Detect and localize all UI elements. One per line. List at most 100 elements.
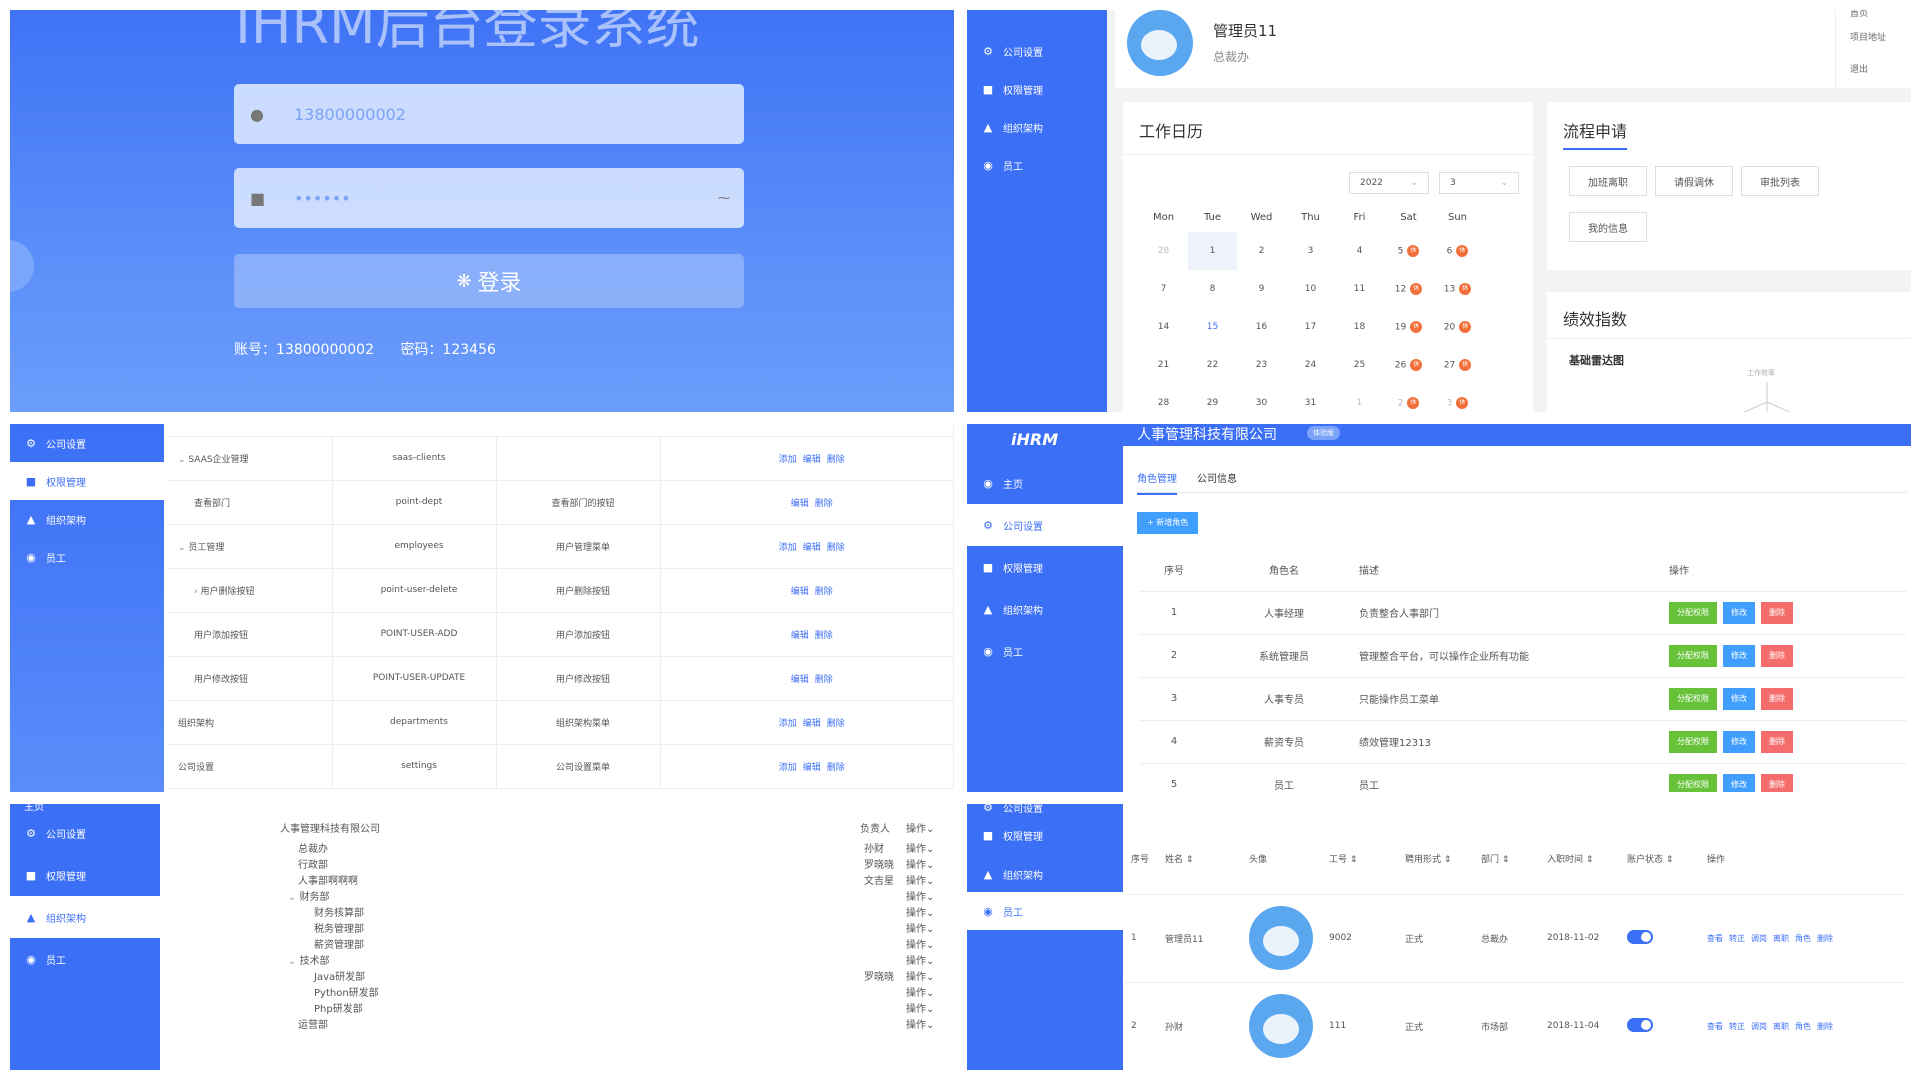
op-link[interactable]: 调岗: [1751, 1022, 1767, 1031]
calendar-day[interactable]: 1: [1188, 232, 1237, 270]
op-link[interactable]: 编辑: [803, 719, 821, 729]
column-header[interactable]: 操作: [1701, 824, 1905, 895]
column-header[interactable]: 部门 ⇕: [1475, 824, 1541, 895]
root-op[interactable]: 操作⌄: [906, 820, 934, 835]
org-node[interactable]: ⌄ 技术部: [288, 952, 330, 967]
calendar-day[interactable]: 28: [1139, 384, 1188, 412]
calendar-day[interactable]: 25: [1335, 346, 1384, 384]
org-node-op-dropdown[interactable]: 操作⌄: [906, 968, 934, 983]
delete-role-button[interactable]: 删除: [1761, 730, 1793, 753]
calendar-day[interactable]: 17: [1286, 308, 1335, 346]
tab-company-info[interactable]: 公司信息: [1197, 470, 1237, 485]
org-node-op-dropdown[interactable]: 操作⌄: [906, 936, 934, 951]
sidebar-item-org[interactable]: ▲ 组织架构: [967, 856, 1123, 892]
edit-role-button[interactable]: 修改: [1723, 601, 1755, 624]
delete-role-button[interactable]: 删除: [1761, 773, 1793, 792]
add-role-button[interactable]: + 新增角色: [1137, 512, 1199, 534]
expand-chevron-icon[interactable]: ⌄: [178, 455, 188, 465]
calendar-day[interactable]: 2: [1237, 232, 1286, 270]
calendar-day[interactable]: 1: [1335, 384, 1384, 412]
calendar-day[interactable]: 23: [1237, 346, 1286, 384]
sidebar-item-org[interactable]: ▲ 组织架构: [10, 500, 164, 538]
op-link[interactable]: 编辑: [791, 587, 809, 597]
org-node-op-dropdown[interactable]: 操作⌄: [906, 872, 934, 887]
eye-closed-icon[interactable]: ⁓: [718, 191, 730, 205]
sidebar-item-employee[interactable]: ◉ 员工: [10, 938, 160, 980]
op-link[interactable]: 查看: [1707, 1022, 1723, 1031]
column-header[interactable]: 工号 ⇕: [1323, 824, 1399, 895]
calendar-day[interactable]: 8: [1188, 270, 1237, 308]
op-link[interactable]: 删除: [815, 631, 833, 641]
org-node[interactable]: 薪资管理部: [314, 936, 364, 951]
expand-chevron-icon[interactable]: ⌄: [178, 543, 188, 553]
calendar-day[interactable]: 11: [1335, 270, 1384, 308]
op-link[interactable]: 删除: [815, 675, 833, 685]
org-node[interactable]: 行政部: [298, 856, 328, 871]
op-link[interactable]: 添加: [779, 763, 797, 773]
assign-permission-button[interactable]: 分配权限: [1669, 730, 1717, 753]
menu-logout[interactable]: 退出: [1850, 62, 1868, 75]
calendar-day[interactable]: 16: [1237, 308, 1286, 346]
status-toggle[interactable]: [1627, 1017, 1653, 1032]
org-node-op-dropdown[interactable]: 操作⌄: [906, 840, 934, 855]
op-link[interactable]: 转正: [1729, 934, 1745, 943]
calendar-day[interactable]: 15: [1188, 308, 1237, 346]
calendar-day[interactable]: 20 休: [1433, 308, 1482, 346]
org-node[interactable]: 税务管理部: [314, 920, 364, 935]
sidebar-item-company[interactable]: ⚙ 公司设置: [967, 504, 1123, 546]
sidebar-item-permission[interactable]: ■ 权限管理: [967, 814, 1123, 856]
password-field[interactable]: ■ •••••• ⁓: [234, 168, 744, 228]
op-link[interactable]: 删除: [815, 499, 833, 509]
op-link[interactable]: 编辑: [803, 763, 821, 773]
calendar-day[interactable]: 5休: [1384, 232, 1433, 270]
calendar-day[interactable]: 27 休: [1433, 346, 1482, 384]
calendar-day[interactable]: 3: [1286, 232, 1335, 270]
overtime-button[interactable]: 加班离职: [1569, 166, 1647, 196]
org-node[interactable]: Php研发部: [314, 1000, 363, 1015]
calendar-day[interactable]: 21: [1139, 346, 1188, 384]
op-link[interactable]: 角色: [1795, 1022, 1811, 1031]
calendar-day[interactable]: 10: [1286, 270, 1335, 308]
username-field[interactable]: ● 13800000002: [234, 84, 744, 144]
op-link[interactable]: 删除: [827, 455, 845, 465]
assign-permission-button[interactable]: 分配权限: [1669, 687, 1717, 710]
org-node[interactable]: Python研发部: [314, 984, 379, 999]
sidebar-item-company[interactable]: ⚙ 公司设置: [967, 32, 1107, 70]
calendar-day[interactable]: 28: [1139, 232, 1188, 270]
edit-role-button[interactable]: 修改: [1723, 687, 1755, 710]
menu-project[interactable]: 项目地址: [1850, 30, 1886, 43]
sidebar-item-home[interactable]: ◉ 主页: [967, 462, 1123, 504]
calendar-day[interactable]: 24: [1286, 346, 1335, 384]
org-node[interactable]: 总裁办: [298, 840, 328, 855]
my-info-button[interactable]: 我的信息: [1569, 212, 1647, 242]
op-link[interactable]: 删除: [827, 719, 845, 729]
approval-list-button[interactable]: 审批列表: [1741, 166, 1819, 196]
op-link[interactable]: 离职: [1773, 1022, 1789, 1031]
calendar-day[interactable]: 18: [1335, 308, 1384, 346]
org-node-op-dropdown[interactable]: 操作⌄: [906, 920, 934, 935]
delete-role-button[interactable]: 删除: [1761, 687, 1793, 710]
calendar-day[interactable]: 31: [1286, 384, 1335, 412]
calendar-day[interactable]: 2休: [1384, 384, 1433, 412]
column-header[interactable]: 入职时间 ⇕: [1541, 824, 1621, 895]
op-link[interactable]: 转正: [1729, 1022, 1745, 1031]
op-link[interactable]: 删除: [1817, 934, 1833, 943]
assign-permission-button[interactable]: 分配权限: [1669, 773, 1717, 792]
status-toggle[interactable]: [1627, 929, 1653, 944]
org-node[interactable]: 财务核算部: [314, 904, 364, 919]
op-link[interactable]: 调岗: [1751, 934, 1767, 943]
sidebar-item-permission[interactable]: ■ 权限管理: [967, 546, 1123, 588]
edit-role-button[interactable]: 修改: [1723, 730, 1755, 753]
calendar-day[interactable]: 29: [1188, 384, 1237, 412]
calendar-day[interactable]: 6休: [1433, 232, 1482, 270]
org-node-op-dropdown[interactable]: 操作⌄: [906, 952, 934, 967]
sidebar-item-company[interactable]: ⚙ 公司设置: [967, 804, 1123, 815]
op-link[interactable]: 添加: [779, 719, 797, 729]
sidebar-item-home[interactable]: 主页: [10, 804, 160, 813]
column-header[interactable]: 账户状态 ⇕: [1621, 824, 1701, 895]
calendar-day[interactable]: 12 休: [1384, 270, 1433, 308]
org-node[interactable]: ⌄ 财务部: [288, 888, 330, 903]
calendar-day[interactable]: 3休: [1433, 384, 1482, 412]
op-link[interactable]: 删除: [1817, 1022, 1833, 1031]
calendar-day[interactable]: 13 休: [1433, 270, 1482, 308]
